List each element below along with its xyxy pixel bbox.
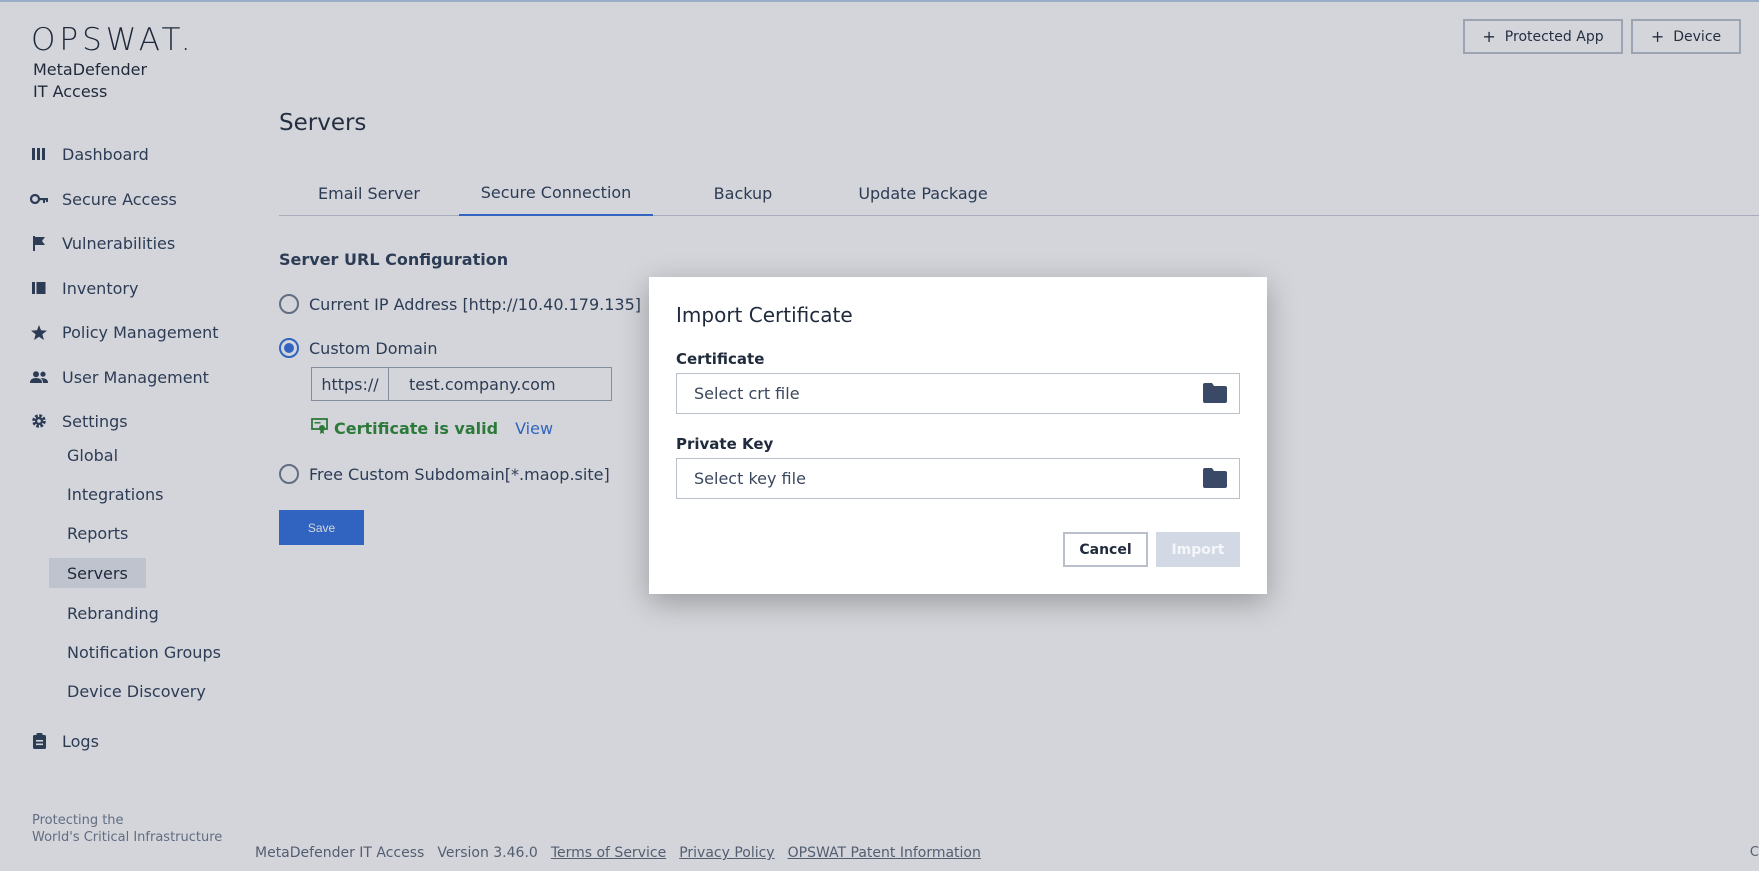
certificate-label: Certificate: [676, 350, 765, 368]
import-button[interactable]: Import: [1156, 532, 1240, 567]
folder-icon[interactable]: [1203, 383, 1227, 405]
dialog-title: Import Certificate: [676, 303, 853, 327]
private-key-file-field[interactable]: Select key file: [676, 458, 1240, 499]
private-key-placeholder: Select key file: [694, 469, 806, 488]
cancel-button[interactable]: Cancel: [1063, 532, 1148, 567]
import-certificate-dialog: Import Certificate Certificate Select cr…: [649, 277, 1267, 594]
certificate-file-field[interactable]: Select crt file: [676, 373, 1240, 414]
certificate-placeholder: Select crt file: [694, 384, 800, 403]
folder-icon[interactable]: [1203, 468, 1227, 490]
private-key-label: Private Key: [676, 435, 774, 453]
